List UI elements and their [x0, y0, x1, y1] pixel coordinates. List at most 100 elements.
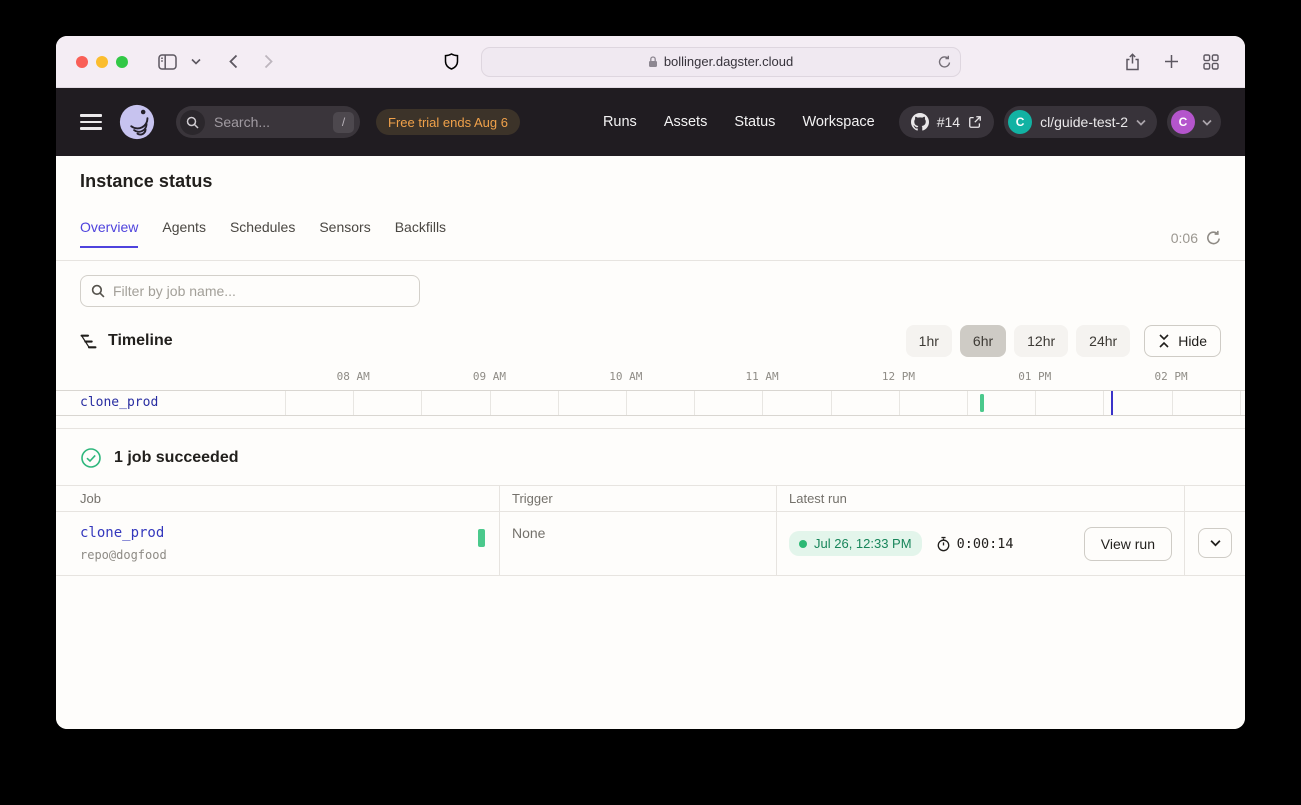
close-window-button[interactable] [76, 56, 88, 68]
user-menu[interactable]: C [1167, 106, 1221, 138]
row-menu-button[interactable] [1198, 528, 1232, 558]
browser-toolbar: bollinger.dagster.cloud [56, 36, 1245, 88]
share-icon[interactable] [1119, 48, 1146, 76]
axis-tick: 12 PM [882, 370, 915, 383]
deployment-name: cl/guide-test-2 [1040, 114, 1128, 130]
tab-overview[interactable]: Overview [80, 219, 138, 248]
tab-sensors[interactable]: Sensors [319, 219, 370, 248]
tab-backfills[interactable]: Backfills [395, 219, 446, 248]
url-text: bollinger.dagster.cloud [664, 54, 793, 69]
job-filter-field [80, 275, 420, 307]
chevron-down-icon [1210, 539, 1221, 547]
view-run-button[interactable]: View run [1084, 527, 1172, 561]
page-title: Instance status [80, 171, 1221, 192]
tab-schedules[interactable]: Schedules [230, 219, 295, 248]
github-pr-link[interactable]: #14 [899, 106, 994, 138]
nav-link-workspace[interactable]: Workspace [802, 114, 874, 130]
search-shortcut-key: / [333, 112, 354, 133]
column-header-trigger: Trigger [500, 485, 777, 512]
privacy-shield-icon[interactable] [438, 48, 465, 76]
column-header-job: Job [56, 485, 500, 512]
axis-tick: 01 PM [1018, 370, 1051, 383]
sidebar-toggle-icon[interactable] [152, 48, 183, 76]
latest-run-cell: Jul 26, 12:33 PM 0:00:14 View run [777, 512, 1185, 576]
axis-tick: 09 AM [473, 370, 506, 383]
timeline-icon [80, 333, 97, 350]
job-link[interactable]: clone_prod [80, 525, 487, 541]
external-link-icon [968, 115, 982, 129]
refresh-countdown: 0:06 [1171, 230, 1198, 246]
search-icon [180, 110, 205, 135]
range-12hr-button[interactable]: 12hr [1014, 325, 1068, 357]
timeline-job-label[interactable]: clone_prod [56, 391, 285, 415]
run-time-badge[interactable]: Jul 26, 12:33 PM [789, 531, 922, 556]
range-6hr-button[interactable]: 6hr [960, 325, 1006, 357]
axis-tick: 10 AM [609, 370, 642, 383]
user-avatar: C [1171, 110, 1195, 134]
collapse-icon [1158, 334, 1170, 348]
summary-row: 1 job succeeded [56, 429, 1245, 485]
trial-badge[interactable]: Free trial ends Aug 6 [376, 109, 520, 135]
column-header-actions [1185, 485, 1245, 512]
jobs-table: Job Trigger Latest run clone_prod repo@d… [56, 485, 1245, 576]
job-repo: repo@dogfood [80, 548, 487, 562]
deployment-switcher[interactable]: C cl/guide-test-2 [1004, 106, 1157, 138]
back-button[interactable] [223, 48, 244, 76]
summary-text: 1 job succeeded [114, 449, 239, 467]
tab-bar: Overview Agents Schedules Sensors Backfi… [80, 219, 1221, 248]
dagster-logo[interactable] [118, 103, 156, 141]
row-actions-cell [1185, 512, 1245, 576]
axis-tick: 11 AM [746, 370, 779, 383]
job-filter-input[interactable] [113, 283, 393, 299]
nav-link-status[interactable]: Status [734, 114, 775, 130]
tab-agents[interactable]: Agents [162, 219, 206, 248]
column-header-latest-run: Latest run [777, 485, 1185, 512]
tab-overview-icon[interactable] [1197, 48, 1225, 76]
nav-link-runs[interactable]: Runs [603, 114, 637, 130]
timeline-grid [285, 391, 1245, 415]
page-header: Instance status Overview Agents Schedule… [56, 156, 1245, 261]
axis-tick: 02 PM [1155, 370, 1188, 383]
range-24hr-button[interactable]: 24hr [1076, 325, 1130, 357]
refresh-icon[interactable] [1206, 230, 1221, 246]
forward-button[interactable] [258, 48, 279, 76]
search-icon [91, 284, 105, 298]
zoom-window-button[interactable] [116, 56, 128, 68]
timeline-header: Timeline 1hr 6hr 12hr 24hr Hide [80, 325, 1221, 357]
sidebar-chevron-down-icon[interactable] [185, 48, 207, 76]
lock-icon [648, 56, 658, 68]
axis-tick: 08 AM [337, 370, 370, 383]
success-check-icon [80, 447, 102, 469]
reload-icon[interactable] [938, 55, 951, 69]
now-cursor [1111, 391, 1113, 415]
chevron-down-icon [1202, 119, 1212, 126]
github-pr-number: #14 [937, 114, 960, 130]
nav-link-assets[interactable]: Assets [664, 114, 708, 130]
global-search-input[interactable]: Search... / [176, 106, 360, 138]
new-tab-icon[interactable] [1158, 48, 1185, 76]
traffic-lights [76, 56, 128, 68]
chevron-down-icon [1136, 119, 1146, 126]
search-placeholder: Search... [214, 114, 270, 130]
success-dot-icon [799, 540, 807, 548]
hide-timeline-button[interactable]: Hide [1144, 325, 1221, 357]
address-bar[interactable]: bollinger.dagster.cloud [481, 47, 961, 77]
instance-status-page: Instance status Overview Agents Schedule… [56, 156, 1245, 729]
stopwatch-icon [936, 536, 951, 552]
trigger-cell: None [500, 512, 777, 576]
github-icon [911, 113, 929, 131]
duration-text: 0:00:14 [957, 536, 1014, 552]
menu-icon[interactable] [80, 114, 102, 130]
minimize-window-button[interactable] [96, 56, 108, 68]
range-1hr-button[interactable]: 1hr [906, 325, 952, 357]
browser-window: bollinger.dagster.cloud [56, 36, 1245, 729]
timeline-title: Timeline [108, 332, 173, 350]
deployment-avatar: C [1008, 110, 1032, 134]
timeline-row: clone_prod [56, 390, 1245, 416]
timeline-axis: 08 AM 09 AM 10 AM 11 AM 12 PM 01 PM 02 P… [285, 357, 1245, 390]
app-navbar: Search... / Free trial ends Aug 6 Runs A… [56, 88, 1245, 156]
run-duration: 0:00:14 [936, 536, 1014, 552]
run-marker[interactable] [980, 394, 984, 412]
job-cell: clone_prod repo@dogfood [56, 512, 500, 576]
job-status-tag[interactable] [478, 529, 485, 547]
